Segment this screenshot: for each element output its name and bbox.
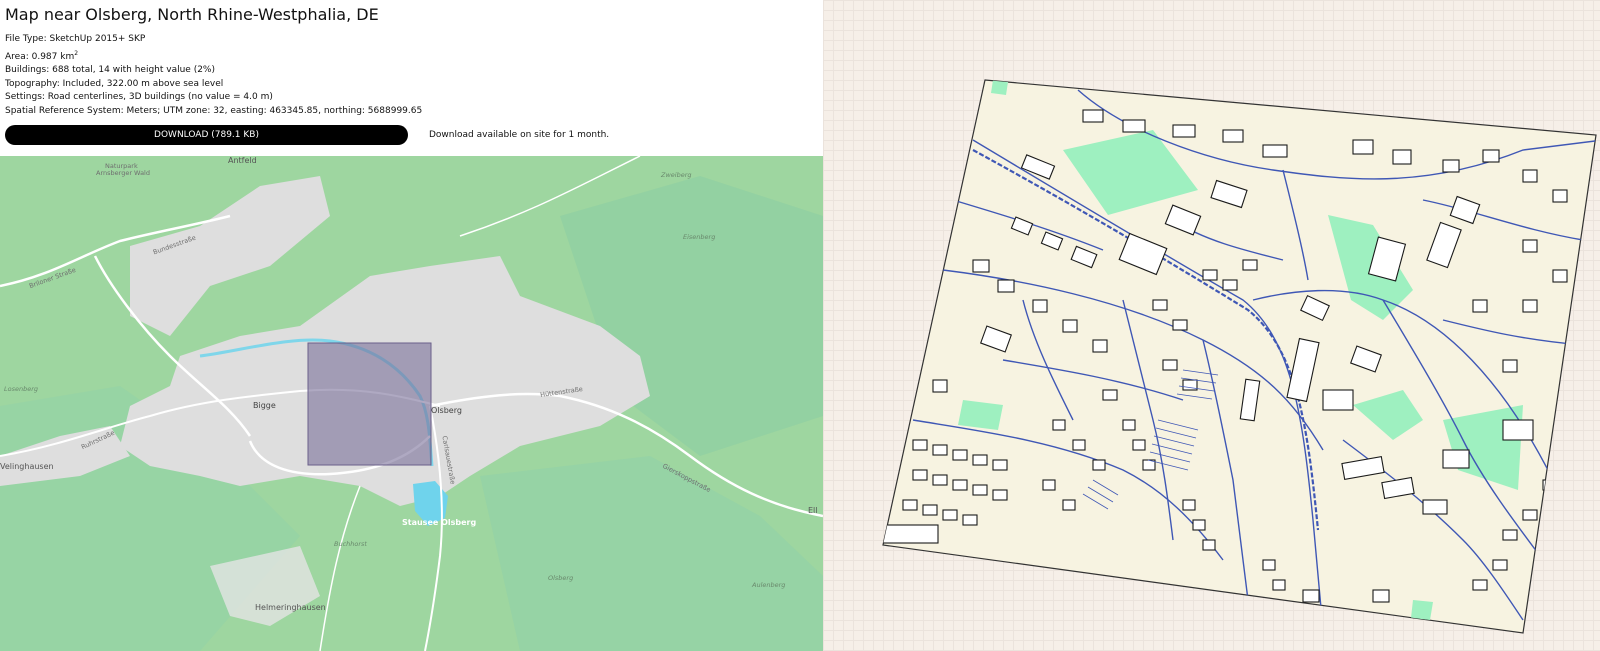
label-bigge: Bigge [253, 401, 276, 410]
area-superscript: 2 [74, 49, 79, 57]
info-panel: Map near Olsberg, North Rhine-Westphalia… [5, 0, 817, 119]
green-area [958, 400, 1003, 430]
label-aulenberg: Aulenberg [752, 581, 786, 589]
green-area [1411, 600, 1433, 620]
selection-area [307, 342, 432, 466]
label-stausee-olsberg: Stausee Olsberg [402, 518, 477, 527]
spatial-reference: Spatial Reference System: Meters; UTM zo… [5, 105, 423, 116]
download-row: DOWNLOAD (789.1 KB) Download available o… [5, 125, 817, 145]
topography: Topography: Included, 322.00 m above sea… [5, 78, 224, 89]
label-buchhorst: Buchhorst [334, 540, 367, 548]
model-preview-panel[interactable] [823, 0, 1600, 651]
label-arnsberger-wald: Arnsberger Wald [96, 169, 150, 177]
buildings-count: Buildings: 688 total, 14 with height val… [5, 65, 215, 76]
page-title: Map near Olsberg, North Rhine-Westphalia… [5, 5, 379, 24]
label-olsberg: Olsberg [431, 406, 462, 415]
download-note: Download available on site for 1 month. [429, 130, 610, 140]
label-olsberg-hill: Olsberg [548, 574, 574, 582]
model-ground-tile [882, 79, 1597, 634]
label-velinghausen: Velinghausen [0, 462, 54, 471]
green-area [991, 80, 1008, 95]
map-canvas [0, 156, 823, 651]
label-zweiberg: Zweiberg [661, 171, 692, 179]
model-preview-canvas [882, 79, 1597, 634]
label-ell: Ell [808, 506, 818, 515]
file-type: File Type: SketchUp 2015+ SKP [5, 34, 146, 44]
label-losenberg: Losenberg [4, 385, 39, 393]
label-eisenberg: Eisenberg [683, 233, 716, 241]
area: Area: 0.987 km2 [5, 47, 817, 65]
area-text: Area: 0.987 km [5, 51, 75, 62]
label-helmeringhausen: Helmeringhausen [255, 603, 326, 612]
label-antfeld: Antfeld [228, 156, 257, 165]
location-map[interactable]: Naturpark Arnsberger Wald Antfeld Zweibe… [0, 156, 823, 651]
download-button[interactable]: DOWNLOAD (789.1 KB) [5, 125, 408, 145]
left-panel: Map near Olsberg, North Rhine-Westphalia… [0, 0, 823, 651]
settings: Settings: Road centerlines, 3D buildings… [5, 92, 273, 103]
